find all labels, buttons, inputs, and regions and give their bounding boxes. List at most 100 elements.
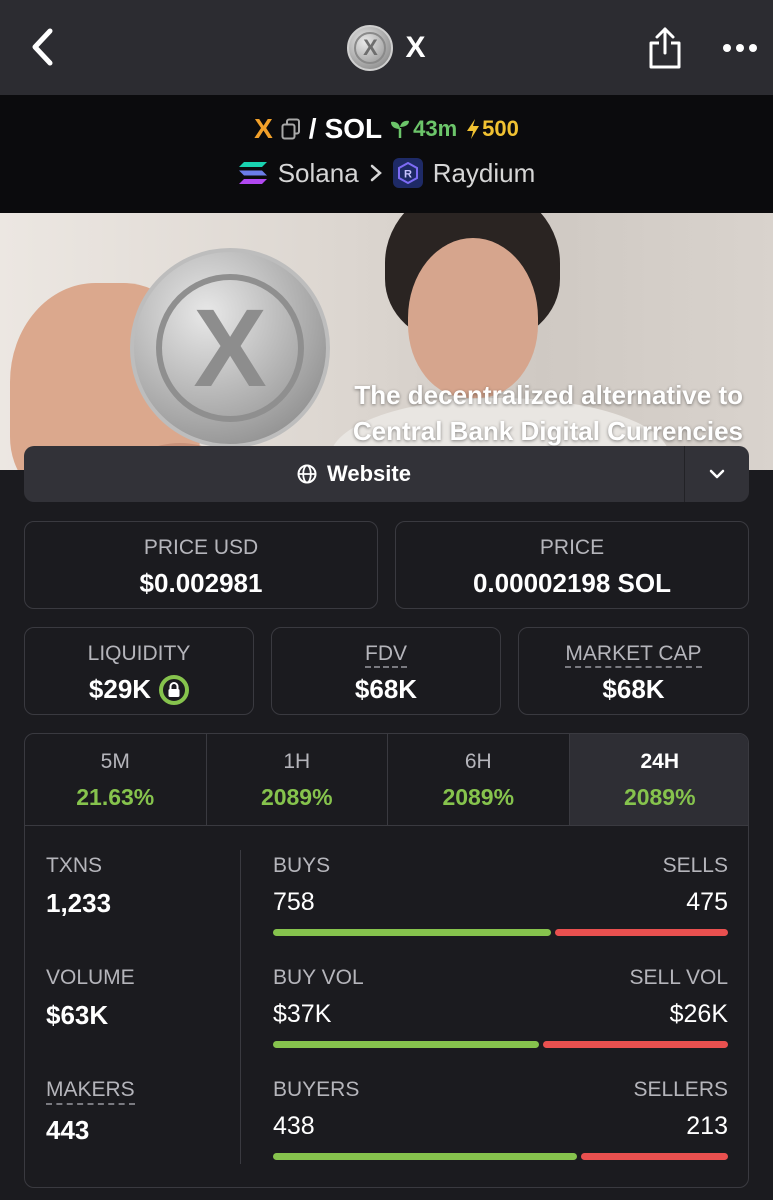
globe-icon — [297, 464, 317, 484]
lightning-icon — [467, 119, 480, 139]
buys-sells-split: BUYS SELLS 758 475 — [273, 854, 728, 936]
website-link-group: Website — [24, 446, 749, 502]
tab-1h[interactable]: 1H 2089% — [207, 734, 388, 825]
buys-bar-fill — [273, 929, 551, 936]
boost-badge[interactable]: 500 — [465, 116, 519, 142]
top-nav: X X — [0, 0, 773, 95]
sellers-value: 213 — [686, 1112, 728, 1140]
pair-header: X / SOL 43m 500 Solana R Raydium — [0, 95, 773, 213]
buy-vol-label: BUY VOL — [273, 966, 364, 989]
timeframe-tabs: 5M 21.63% 1H 2089% 6H 2089% 24H 2089% — [25, 734, 748, 826]
buys-value: 758 — [273, 888, 315, 916]
website-label: Website — [327, 461, 411, 486]
token-logo-letter: X — [354, 32, 387, 64]
banner-caption: The decentralized alternative to Central… — [353, 377, 743, 449]
svg-text:R: R — [404, 169, 412, 181]
volume-label: VOLUME — [46, 966, 135, 989]
market-cap-card[interactable]: MARKET CAP $68K — [518, 627, 749, 715]
share-icon — [649, 27, 681, 69]
pair-quote-symbol: SOL — [324, 113, 383, 144]
banner-coin-letter: X — [156, 274, 304, 422]
fdv-label-row: FDV — [272, 642, 500, 668]
sell-vol-bar-fill — [543, 1041, 728, 1048]
tab-label: 24H — [640, 750, 680, 773]
sell-vol-value: $26K — [669, 1000, 728, 1028]
buyers-sellers-split: BUYERS SELLERS 438 213 — [273, 1078, 728, 1160]
buyers-value: 438 — [273, 1112, 315, 1140]
sell-vol-label: SELL VOL — [629, 966, 728, 989]
tab-5m[interactable]: 5M 21.63% — [25, 734, 207, 825]
seedling-icon — [391, 120, 410, 138]
liquidity-label: LIQUIDITY — [87, 642, 191, 665]
price-usd-value: $0.002981 — [139, 568, 263, 598]
liquidity-value-row: $29K — [25, 674, 253, 705]
buys-sells-bar — [273, 929, 728, 936]
tab-6h[interactable]: 6H 2089% — [388, 734, 570, 825]
sells-value: 475 — [686, 888, 728, 916]
buyers-sellers-bar — [273, 1153, 728, 1160]
token-name: X — [405, 31, 426, 64]
tab-24h[interactable]: 24H 2089% — [569, 734, 748, 825]
pair-separator: / — [308, 113, 317, 144]
makers-value: 443 — [46, 1115, 90, 1145]
dex-name[interactable]: Raydium — [433, 158, 536, 189]
token-banner-image: X The decentralized alternative to Centr… — [0, 213, 773, 470]
price-native-value: 0.00002198 SOL — [472, 568, 672, 598]
copy-icon[interactable] — [281, 118, 301, 140]
tab-change: 2089% — [260, 784, 333, 810]
buys-label: BUYS — [273, 854, 331, 877]
buy-sell-volume-split: BUY VOL SELL VOL $37K $26K — [273, 966, 728, 1048]
price-native-label: PRICE — [539, 536, 605, 559]
volume-value: $63K — [46, 1000, 109, 1030]
sells-bar-fill — [554, 929, 728, 936]
chevron-right-icon — [370, 164, 382, 182]
buy-vol-value: $37K — [273, 1000, 332, 1028]
fdv-card[interactable]: FDV $68K — [271, 627, 501, 715]
txns-value: 1,233 — [46, 888, 112, 918]
volume-stat: VOLUME $63K — [46, 966, 135, 1031]
tab-change: 21.63% — [76, 784, 155, 810]
pair-base-symbol: X — [254, 113, 273, 144]
column-divider — [240, 850, 241, 1164]
chain-name[interactable]: Solana — [278, 158, 359, 189]
sells-label: SELLS — [662, 854, 728, 877]
banner-person-face — [408, 238, 538, 398]
pair-age: 43m — [390, 116, 457, 142]
tab-change: 2089% — [442, 784, 515, 810]
buyers-label: BUYERS — [273, 1078, 360, 1101]
makers-stat[interactable]: MAKERS 443 — [46, 1078, 135, 1146]
txns-panel: 5M 21.63% 1H 2089% 6H 2089% 24H 2089% TX… — [24, 733, 749, 1188]
market-cap-label: MARKET CAP — [565, 642, 702, 668]
token-logo: X — [347, 25, 394, 71]
liquidity-value: $29K — [88, 674, 152, 704]
txns-label: TXNS — [46, 854, 103, 877]
chevron-down-icon — [709, 469, 725, 479]
pair-row: X / SOL 43m 500 — [0, 109, 773, 149]
share-button[interactable] — [643, 24, 687, 72]
buyers-bar-fill — [273, 1153, 578, 1160]
makers-label: MAKERS — [46, 1078, 135, 1105]
more-button[interactable] — [718, 28, 762, 68]
tab-label: 5M — [100, 750, 130, 773]
website-button[interactable]: Website — [24, 446, 684, 502]
lock-icon[interactable] — [159, 674, 190, 705]
buy-sell-volume-bar — [273, 1041, 728, 1048]
tab-change: 2089% — [623, 784, 696, 810]
raydium-icon: R — [392, 158, 423, 188]
boost-value: 500 — [482, 116, 519, 141]
sellers-bar-fill — [581, 1153, 728, 1160]
tab-label: 6H — [464, 750, 492, 773]
pair-age-value: 43m — [413, 116, 458, 141]
price-native-card: PRICE 0.00002198 SOL — [395, 521, 749, 609]
price-usd-card: PRICE USD $0.002981 — [24, 521, 378, 609]
more-horizontal-icon — [723, 44, 757, 52]
buy-vol-bar-fill — [273, 1041, 540, 1048]
socials-dropdown-button[interactable] — [684, 446, 749, 502]
txns-stat: TXNS 1,233 — [46, 854, 111, 919]
chain-breadcrumb: Solana R Raydium — [0, 153, 773, 193]
solana-icon — [238, 162, 267, 184]
tab-label: 1H — [283, 750, 311, 773]
market-cap-value: $68K — [602, 674, 665, 704]
liquidity-card: LIQUIDITY $29K — [24, 627, 254, 715]
sellers-label: SELLERS — [633, 1078, 728, 1101]
